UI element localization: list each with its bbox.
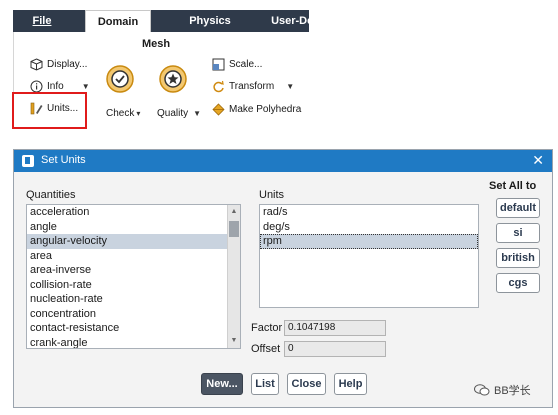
factor-label: Factor: [251, 322, 283, 334]
units-list[interactable]: rad/s deg/s rpm: [259, 204, 479, 308]
transform-label: Transform: [229, 81, 275, 92]
default-button[interactable]: default: [496, 198, 540, 218]
list-item[interactable]: area-inverse: [27, 263, 240, 278]
list-item[interactable]: collision-rate: [27, 278, 240, 293]
quantities-scrollbar[interactable]: ▲ ▼: [227, 205, 240, 348]
tab-physics[interactable]: Physics: [173, 10, 247, 32]
dialog-title: Set Units: [41, 154, 86, 166]
polyhedra-icon: [212, 103, 225, 116]
list-item[interactable]: concentration: [27, 307, 240, 322]
scrollbar-thumb[interactable]: [229, 221, 239, 237]
set-all-label: Set All to: [489, 180, 537, 192]
watermark-text: BB学长: [494, 385, 531, 397]
transform-button[interactable]: Transform ▼: [212, 80, 294, 93]
offset-field[interactable]: 0: [284, 341, 386, 357]
mesh-group-title: Mesh: [142, 38, 171, 50]
list-item-selected[interactable]: angular-velocity: [27, 234, 240, 249]
units-label: Units: [259, 189, 285, 201]
wechat-icon: [474, 384, 490, 396]
list-item[interactable]: acceleration: [27, 205, 240, 220]
make-polyhedra-label: Make Polyhedra: [229, 104, 302, 115]
list-item[interactable]: contact-resistance: [27, 321, 240, 336]
cgs-button[interactable]: cgs: [496, 273, 540, 293]
tab-file[interactable]: File: [13, 10, 71, 32]
close-button[interactable]: Close: [287, 373, 326, 395]
tab-user-defined[interactable]: User-Def: [259, 10, 309, 32]
display-button[interactable]: Display...: [30, 58, 87, 71]
chevron-down-icon: ▾: [136, 109, 141, 118]
chevron-down-icon: ▼: [193, 109, 202, 118]
close-icon[interactable]: ✕: [532, 152, 544, 169]
display-label: Display...: [47, 59, 88, 70]
quality-label[interactable]: Quality ▼: [157, 108, 201, 119]
list-item[interactable]: deg/s: [260, 220, 478, 235]
ribbon-tabbar: File Domain Physics User-Def: [13, 10, 309, 32]
cube-icon: [30, 58, 43, 71]
quantities-list[interactable]: acceleration angle angular-velocity area…: [26, 204, 241, 349]
tab-domain[interactable]: Domain: [85, 10, 151, 32]
factor-field[interactable]: 0.1047198: [284, 320, 386, 336]
check-label[interactable]: Check ▾: [106, 108, 140, 119]
list-item[interactable]: area: [27, 249, 240, 264]
list-item[interactable]: angle: [27, 220, 240, 235]
check-icon[interactable]: [105, 64, 135, 94]
quality-icon[interactable]: [158, 64, 188, 94]
help-button[interactable]: Help: [334, 373, 367, 395]
units-highlight-box: [12, 92, 87, 129]
british-button[interactable]: british: [496, 248, 540, 268]
info-label: Info: [47, 81, 64, 92]
chevron-down-icon: ▼: [286, 82, 295, 91]
watermark: BB学长: [474, 382, 531, 398]
scroll-up-icon[interactable]: ▲: [230, 207, 238, 217]
rotate-icon: [213, 80, 224, 93]
scale-icon: [212, 58, 225, 71]
si-button[interactable]: si: [496, 223, 540, 243]
scale-label: Scale...: [229, 59, 263, 70]
chevron-down-icon: ▼: [81, 82, 90, 91]
list-item[interactable]: rad/s: [260, 205, 478, 220]
offset-label: Offset: [251, 343, 281, 355]
list-item[interactable]: nucleation-rate: [27, 292, 240, 307]
list-item[interactable]: crank-angle: [27, 336, 240, 349]
quantities-label: Quantities: [26, 189, 76, 201]
scroll-down-icon[interactable]: ▼: [230, 336, 238, 346]
list-item-selected[interactable]: rpm: [260, 234, 478, 249]
new-button[interactable]: New...: [201, 373, 243, 395]
dialog-titlebar[interactable]: Set Units ✕: [14, 150, 552, 172]
list-button[interactable]: List: [251, 373, 279, 395]
make-polyhedra-button[interactable]: Make Polyhedra: [212, 103, 301, 116]
scale-button[interactable]: Scale...: [212, 58, 262, 71]
app-icon: [22, 155, 34, 167]
set-units-dialog: Set Units ✕ Quantities acceleration angl…: [13, 149, 553, 408]
